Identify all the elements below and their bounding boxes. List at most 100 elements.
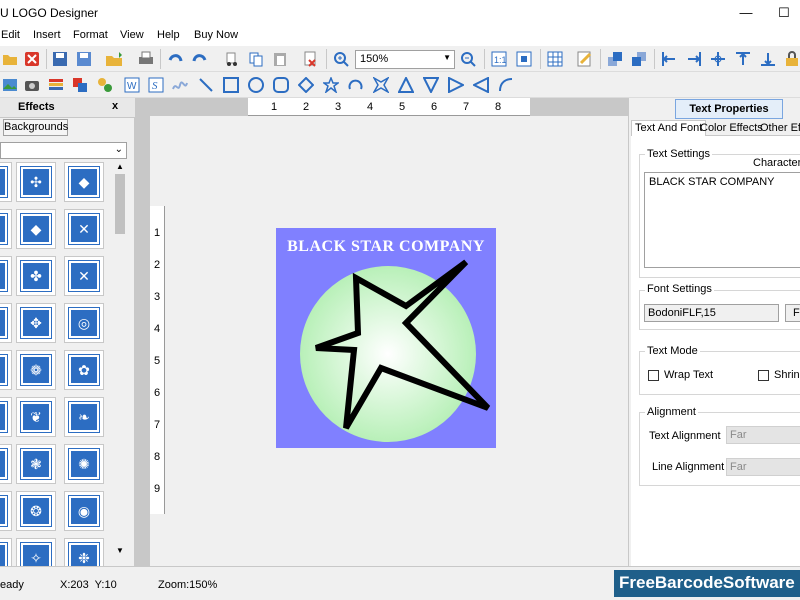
menu-format[interactable]: Format [73,29,108,41]
edit-properties-icon[interactable] [575,49,595,69]
effect-tile[interactable]: ✾ [0,444,12,484]
effect-tile[interactable]: ◆ [16,209,56,249]
arc-tool-icon[interactable] [346,75,366,95]
effect-tile[interactable]: ❉ [64,538,104,566]
effect-tile[interactable]: ◎ [64,303,104,343]
effect-tile[interactable]: ❀ [0,350,12,390]
send-to-back-icon[interactable] [629,49,649,69]
effect-tile[interactable]: ✿ [64,350,104,390]
diamond-tool-icon[interactable] [296,75,316,95]
star4-tool-icon[interactable] [371,75,391,95]
watermark-icon[interactable] [170,75,190,95]
align-bottom-icon[interactable] [758,49,778,69]
save-as-icon[interactable] [74,49,94,69]
align-left-icon[interactable] [659,49,679,69]
minimize-button[interactable]: — [728,0,764,26]
delete-icon[interactable] [300,49,320,69]
grid-icon[interactable] [545,49,565,69]
camera-icon[interactable] [22,75,42,95]
shrink-checkbox[interactable] [758,370,769,381]
chevron-down-icon[interactable]: ▼ [116,546,124,555]
lock-icon[interactable] [782,49,800,69]
print-icon[interactable] [136,49,156,69]
menu-edit[interactable]: Edit [1,29,20,41]
clipart-icon[interactable] [95,75,115,95]
rectangle-tool-icon[interactable] [221,75,241,95]
library-icon[interactable] [46,75,66,95]
paste-icon[interactable] [270,49,290,69]
actual-size-icon[interactable]: 1:1 [489,49,509,69]
shapes-icon[interactable] [70,75,90,95]
scrollbar-thumb[interactable] [115,174,125,234]
bring-to-front-icon[interactable] [605,49,625,69]
triangle-tool-icon[interactable] [396,75,416,95]
menu-insert[interactable]: Insert [33,29,61,41]
triangle-down-tool-icon[interactable] [421,75,441,95]
chevron-up-icon[interactable]: ▲ [116,162,124,171]
zoom-out-icon[interactable] [458,49,478,69]
effect-tile[interactable]: ◈ [0,209,12,249]
align-right-icon[interactable] [684,49,704,69]
zoom-in-icon[interactable] [331,49,351,69]
tab-other-effects[interactable]: Other Effe [757,121,800,135]
effect-tile[interactable]: ✣ [16,162,56,202]
line-tool-icon[interactable] [196,75,216,95]
logo-text[interactable]: BLACK STAR COMPANY [276,238,496,256]
effect-tile[interactable]: ◉ [64,491,104,531]
star-tool-icon[interactable] [321,75,341,95]
close-file-icon[interactable] [22,49,42,69]
effect-tile[interactable]: ◈ [0,162,12,202]
effect-tile[interactable]: ✥ [16,303,56,343]
fit-to-window-icon[interactable] [514,49,534,69]
effects-scrollbar[interactable]: ▲ ▼ [113,162,127,562]
redo-icon[interactable] [190,49,210,69]
effect-tile[interactable]: ✕ [64,209,104,249]
tab-text-and-font[interactable]: Text And Font [631,120,707,136]
rounded-rect-tool-icon[interactable] [271,75,291,95]
text-alignment-select[interactable]: Far [726,426,800,444]
tab-color-effects[interactable]: Color Effects [697,121,766,135]
cut-icon[interactable] [222,49,242,69]
curve-tool-icon[interactable] [496,75,516,95]
zoom-combo[interactable]: 150% ▼ [355,50,455,69]
effect-tile[interactable]: ◆ [64,162,104,202]
triangle-left-tool-icon[interactable] [471,75,491,95]
line-alignment-select[interactable]: Far [726,458,800,476]
ellipse-tool-icon[interactable] [246,75,266,95]
close-icon[interactable]: x [112,100,118,112]
undo-icon[interactable] [165,49,185,69]
align-top-icon[interactable] [733,49,753,69]
menu-view[interactable]: View [120,29,144,41]
open-icon[interactable] [0,49,20,69]
effect-tile[interactable]: ❂ [16,491,56,531]
menu-help[interactable]: Help [157,29,180,41]
triangle-right-tool-icon[interactable] [446,75,466,95]
wrap-text-checkbox[interactable] [648,370,659,381]
save-icon[interactable] [50,49,70,69]
align-center-icon[interactable] [708,49,728,69]
text-input[interactable]: BLACK STAR COMPANY [644,172,800,268]
effect-tile[interactable]: ❧ [64,397,104,437]
insert-image-icon[interactable] [0,75,20,95]
signature-icon[interactable]: S [146,75,166,95]
logo-canvas[interactable]: BLACK STAR COMPANY [276,228,496,448]
backgrounds-button[interactable]: Backgrounds [3,119,68,136]
effect-tile[interactable]: ❃ [16,444,56,484]
effect-tile[interactable]: ✦ [0,538,12,566]
menu-buy-now[interactable]: Buy Now [194,29,238,41]
effect-tile[interactable]: ✺ [64,444,104,484]
export-icon[interactable] [104,49,124,69]
effect-tile[interactable]: ❋ [0,397,12,437]
effects-category-select[interactable]: ⌄ [0,142,127,159]
maximize-button[interactable]: ☐ [766,0,800,26]
font-button[interactable]: F [785,304,800,322]
font-field[interactable]: BodoniFLF,15 [644,304,779,322]
effect-tile[interactable]: ❖ [0,256,12,296]
effect-tile[interactable]: ✥ [0,303,12,343]
effect-tile[interactable]: ✕ [64,256,104,296]
effect-tile[interactable]: ✧ [16,538,56,566]
effect-tile[interactable]: ✽ [0,491,12,531]
effect-tile[interactable]: ❦ [16,397,56,437]
effect-tile[interactable]: ❁ [16,350,56,390]
word-art-icon[interactable]: W [122,75,142,95]
